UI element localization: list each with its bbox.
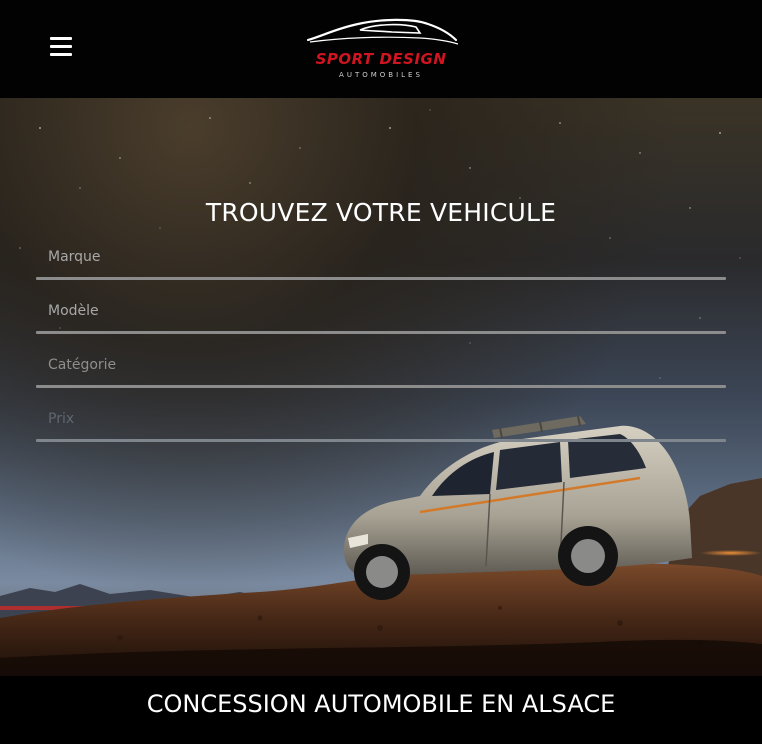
section-title: CONCESSION AUTOMOBILE EN ALSACE xyxy=(146,690,616,718)
site-header: SPORT DESIGN AUTOMOBILES xyxy=(0,0,762,98)
logo-title: SPORT DESIGN xyxy=(315,50,447,68)
field-underline xyxy=(36,439,726,442)
hamburger-menu-icon[interactable] xyxy=(44,30,78,64)
category-select-field[interactable]: Catégorie xyxy=(36,346,726,388)
logo-subtitle: AUTOMOBILES xyxy=(339,71,423,79)
car-silhouette-icon xyxy=(306,18,459,45)
page: SPORT DESIGN AUTOMOBILES TROUVEZ VOTRE V… xyxy=(0,0,762,744)
field-placeholder: Marque xyxy=(48,249,101,265)
field-placeholder: Catégorie xyxy=(48,357,117,373)
section-banner: CONCESSION AUTOMOBILE EN ALSACE xyxy=(0,676,762,744)
field-underline xyxy=(36,331,726,334)
menu-bar xyxy=(50,53,72,56)
brand-logo[interactable]: SPORT DESIGN AUTOMOBILES xyxy=(300,14,462,86)
menu-bar xyxy=(50,37,72,40)
field-placeholder: Modèle xyxy=(48,303,99,319)
price-select-field[interactable]: Prix xyxy=(36,400,726,442)
field-underline xyxy=(36,277,726,280)
field-placeholder: Prix xyxy=(48,411,75,427)
brand-select-field[interactable]: Marque xyxy=(36,238,726,280)
menu-bar xyxy=(50,45,72,48)
model-select-field[interactable]: Modèle xyxy=(36,292,726,334)
search-title: TROUVEZ VOTRE VEHICULE xyxy=(205,198,557,227)
field-underline xyxy=(36,385,726,388)
hero-search-section: TROUVEZ VOTRE VEHICULE Marque Modèle Cat… xyxy=(0,98,762,676)
